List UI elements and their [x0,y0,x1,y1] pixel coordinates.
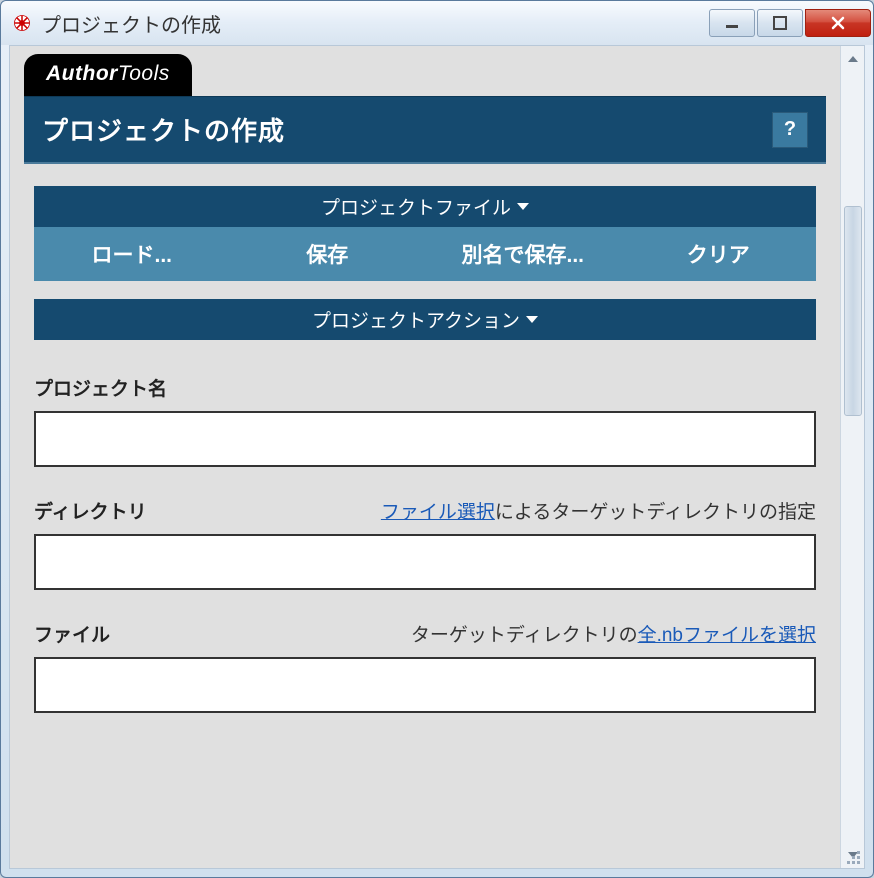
brand-prefix: Author [46,62,118,85]
form-area: プロジェクト名 ディレクトリ ファイル選択によるターゲットディレクトリの指定 [34,374,816,713]
project-action-dropdown[interactable]: プロジェクトアクション [34,299,816,340]
project-file-label: プロジェクトファイル [321,193,511,220]
resize-grip[interactable] [844,848,862,866]
scroll-up-button[interactable] [844,50,862,68]
page-title: プロジェクトの作成 [42,111,285,148]
close-icon [830,15,846,31]
page-header: プロジェクトの作成 ? [24,96,826,164]
save-button[interactable]: 保存 [230,227,426,281]
files-hint: ターゲットディレクトリの全.nbファイルを選択 [110,620,816,647]
client-area: AuthorTools プロジェクトの作成 ? プロジェクトファイル ロード..… [9,45,865,869]
files-select-all-link[interactable]: 全.nbファイルを選択 [638,625,816,646]
save-as-button[interactable]: 別名で保存... [425,227,621,281]
directory-label: ディレクトリ [34,497,147,524]
brand-tab: AuthorTools [24,54,192,96]
project-file-dropdown[interactable]: プロジェクトファイル [34,186,816,227]
directory-input[interactable] [34,534,816,590]
app-icon [11,12,33,34]
directory-hint-text: によるターゲットディレクトリの指定 [495,502,816,523]
chevron-down-icon [526,316,538,323]
project-action-section: プロジェクトアクション [34,299,816,340]
close-button[interactable] [805,9,871,37]
scroll-thumb[interactable] [844,206,862,416]
files-row: ファイル ターゲットディレクトリの全.nbファイルを選択 [34,620,816,713]
files-label: ファイル [34,620,110,647]
project-file-section: プロジェクトファイル ロード... 保存 別名で保存... クリア [34,186,816,281]
window-controls [709,9,871,37]
chevron-down-icon [517,203,529,210]
clear-button[interactable]: クリア [621,227,817,281]
directory-hint: ファイル選択によるターゲットディレクトリの指定 [147,497,816,524]
vertical-scrollbar[interactable] [840,46,864,868]
files-input[interactable] [34,657,816,713]
triangle-up-icon [848,56,858,62]
brand-suffix: Tools [118,62,170,85]
project-name-label: プロジェクト名 [34,374,167,401]
files-hint-text: ターゲットディレクトリの [411,625,638,646]
help-button[interactable]: ? [772,112,808,148]
directory-row: ディレクトリ ファイル選択によるターゲットディレクトリの指定 [34,497,816,590]
load-button[interactable]: ロード... [34,227,230,281]
project-name-row: プロジェクト名 [34,374,816,467]
project-action-label: プロジェクトアクション [312,306,520,333]
minimize-button[interactable] [709,9,755,37]
maximize-icon [773,16,787,30]
project-name-input[interactable] [34,411,816,467]
maximize-button[interactable] [757,9,803,37]
titlebar[interactable]: プロジェクトの作成 [1,1,873,45]
minimize-icon [725,16,739,30]
file-toolbar: ロード... 保存 別名で保存... クリア [34,227,816,281]
content-panel: AuthorTools プロジェクトの作成 ? プロジェクトファイル ロード..… [10,46,840,868]
app-window: プロジェクトの作成 AuthorTools プロジェクトの作成 ? [0,0,874,878]
directory-file-select-link[interactable]: ファイル選択 [381,502,495,523]
window-title: プロジェクトの作成 [41,9,709,38]
